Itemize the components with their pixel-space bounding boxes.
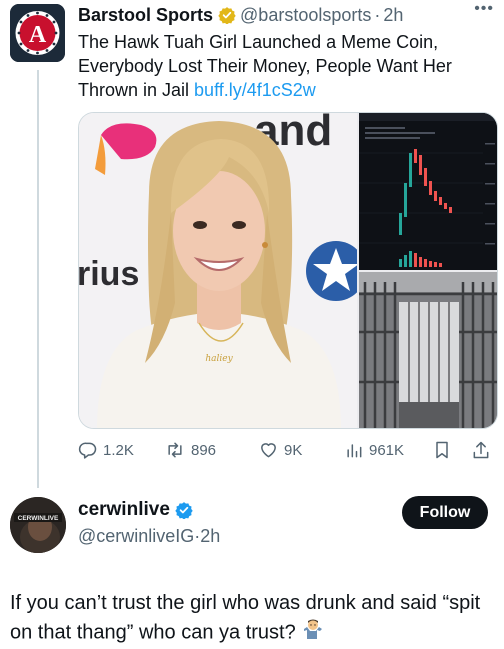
reply-count: 1.2K — [103, 441, 134, 459]
photo-woman-portrait[interactable]: and rius haliey — [79, 113, 357, 428]
photo-price-chart[interactable] — [359, 113, 497, 270]
reply-icon — [78, 442, 97, 459]
reply-handle-row: @cerwinliveIG·2h — [78, 526, 220, 547]
reply-handle[interactable]: @cerwinliveIG — [78, 526, 194, 546]
cerwinlive-avatar-image: CERWINLIVE — [10, 497, 66, 553]
view-count: 961K — [369, 441, 405, 459]
man-shrugging-emoji-icon — [301, 617, 325, 649]
verified-gold-badge-icon — [218, 6, 236, 24]
verified-blue-badge-icon — [175, 501, 193, 519]
avatar-label: CERWINLIVE — [18, 515, 59, 522]
crypto-price-chart-image — [359, 113, 497, 270]
share-button[interactable] — [471, 440, 496, 460]
tweet-action-bar: 1.2K 896 9K 961K — [78, 440, 498, 464]
more-options-icon[interactable]: ••• — [474, 0, 494, 18]
like-button[interactable]: 9K — [258, 440, 302, 460]
follow-button[interactable]: Follow — [402, 496, 488, 529]
heart-icon — [261, 443, 276, 458]
thread-connector-line — [37, 70, 39, 488]
reply-tweet-text: If you can’t trust the girl who was drun… — [10, 590, 500, 649]
like-count: 9K — [284, 441, 303, 459]
photo-jail-cell[interactable] — [359, 272, 497, 428]
necklace-text: haliey — [205, 354, 233, 364]
reply-display-name-row: cerwinlive — [78, 499, 197, 521]
jail-cell-image — [359, 272, 497, 428]
cerwinlive-avatar[interactable]: CERWINLIVE — [10, 497, 66, 553]
separator-dot: · — [374, 4, 381, 25]
repost-count: 896 — [191, 441, 217, 459]
woman-portrait-image: and rius haliey — [79, 113, 357, 428]
bookmark-button[interactable] — [432, 440, 457, 460]
backdrop-text-rius: rius — [79, 255, 139, 293]
views-bar-chart-icon — [347, 444, 362, 458]
tweet-link[interactable]: buff.ly/4f1cS2w — [194, 80, 316, 100]
tweet-text: The Hawk Tuah Girl Launched a Meme Coin,… — [78, 30, 493, 102]
reply-body: If you can’t trust the girl who was drun… — [10, 592, 481, 644]
svg-text:A: A — [29, 22, 47, 48]
reply-timestamp[interactable]: 2h — [200, 526, 220, 546]
reply-button[interactable]: 1.2K — [78, 440, 134, 460]
quoted-tweet-header: Barstool Sports @barstoolsports · 2h — [78, 3, 504, 27]
views-button[interactable]: 961K — [344, 440, 404, 460]
reply-display-name[interactable]: cerwinlive — [78, 499, 170, 521]
barstool-logo-icon: A — [10, 4, 65, 62]
share-icon — [473, 441, 489, 459]
barstool-avatar[interactable]: A — [10, 4, 65, 62]
media-grid[interactable]: and rius haliey — [78, 112, 498, 429]
handle[interactable]: @barstoolsports — [240, 5, 371, 26]
bookmark-icon — [436, 441, 448, 459]
repost-icon — [168, 442, 182, 458]
repost-button[interactable]: 896 — [164, 440, 216, 460]
display-name[interactable]: Barstool Sports — [78, 5, 213, 26]
timestamp[interactable]: 2h — [383, 5, 403, 26]
